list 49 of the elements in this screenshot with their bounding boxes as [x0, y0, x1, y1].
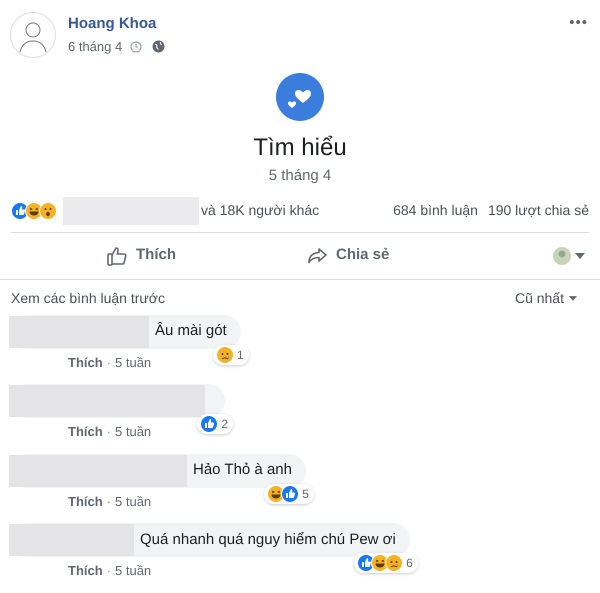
- card-date: 5 tháng 4: [268, 166, 332, 186]
- like-reaction-icon: [281, 484, 300, 502]
- reaction-count: 6: [406, 555, 413, 572]
- surprised-face-icon: [39, 202, 57, 220]
- comment-like-link[interactable]: Thích: [68, 492, 103, 511]
- sort-dropdown[interactable]: Cũ nhất: [514, 288, 577, 308]
- profile-avatar-icon: [553, 246, 571, 264]
- like-reaction-icon: [200, 415, 218, 433]
- comment-like-link[interactable]: Thích: [68, 561, 103, 580]
- reaction-count: 2: [221, 416, 228, 433]
- reaction-count: 5: [302, 486, 309, 502]
- separator-dot: ·: [106, 423, 112, 441]
- comment-reactions[interactable]: 5: [264, 484, 314, 504]
- comment-time[interactable]: 5 tuần: [115, 352, 152, 372]
- reaction-count: 1: [237, 346, 244, 364]
- comment-time[interactable]: 5 tuần: [115, 422, 152, 442]
- separator-dot: ·: [106, 354, 112, 372]
- sad-face-icon: [216, 346, 234, 364]
- comment-reactions[interactable]: 6: [354, 553, 418, 573]
- comments-count[interactable]: 684 bình luận: [393, 200, 478, 221]
- share-button[interactable]: Chia sẻ: [306, 244, 390, 267]
- audience-selector[interactable]: [553, 246, 585, 264]
- globe-icon: [152, 40, 166, 54]
- author-name[interactable]: Hoang Khoa: [68, 14, 166, 34]
- comment-text: Âu mài gót: [155, 320, 227, 342]
- caret-icon: [569, 296, 577, 300]
- comment-time[interactable]: 5 tuần: [115, 561, 152, 580]
- comment-like-link[interactable]: Thích: [68, 352, 103, 372]
- comment-text: Quá nhanh quá nguy hiểm chú Pew ơi: [140, 530, 396, 550]
- reactions-count[interactable]: và 18K người khác: [201, 200, 320, 221]
- avatar-icon[interactable]: [10, 12, 56, 58]
- card-title: Tìm hiểu: [253, 133, 347, 163]
- comment-time[interactable]: 5 tuần: [115, 492, 152, 511]
- comment-like-link[interactable]: Thích: [68, 422, 103, 442]
- separator-dot: ·: [106, 492, 112, 510]
- separator-dot: ·: [106, 562, 112, 580]
- post-date[interactable]: 6 tháng 4: [68, 37, 122, 56]
- like-button[interactable]: Thích: [106, 244, 176, 267]
- comment-reactions[interactable]: 2: [197, 414, 233, 434]
- thumbs-up-icon: [106, 244, 128, 266]
- comment-reactions[interactable]: 1: [213, 344, 249, 364]
- hearts-icon: [276, 73, 324, 121]
- shares-count[interactable]: 190 lượt chia sẻ: [488, 200, 589, 221]
- comment-text: Hảo Thỏ à anh: [193, 460, 292, 480]
- caret-icon: [575, 252, 585, 258]
- clock-icon: [130, 40, 142, 53]
- more-options-icon[interactable]: •••: [569, 12, 588, 34]
- previous-comments-link[interactable]: Xem các bình luận trước: [11, 288, 165, 308]
- sad-face-icon: [385, 554, 404, 572]
